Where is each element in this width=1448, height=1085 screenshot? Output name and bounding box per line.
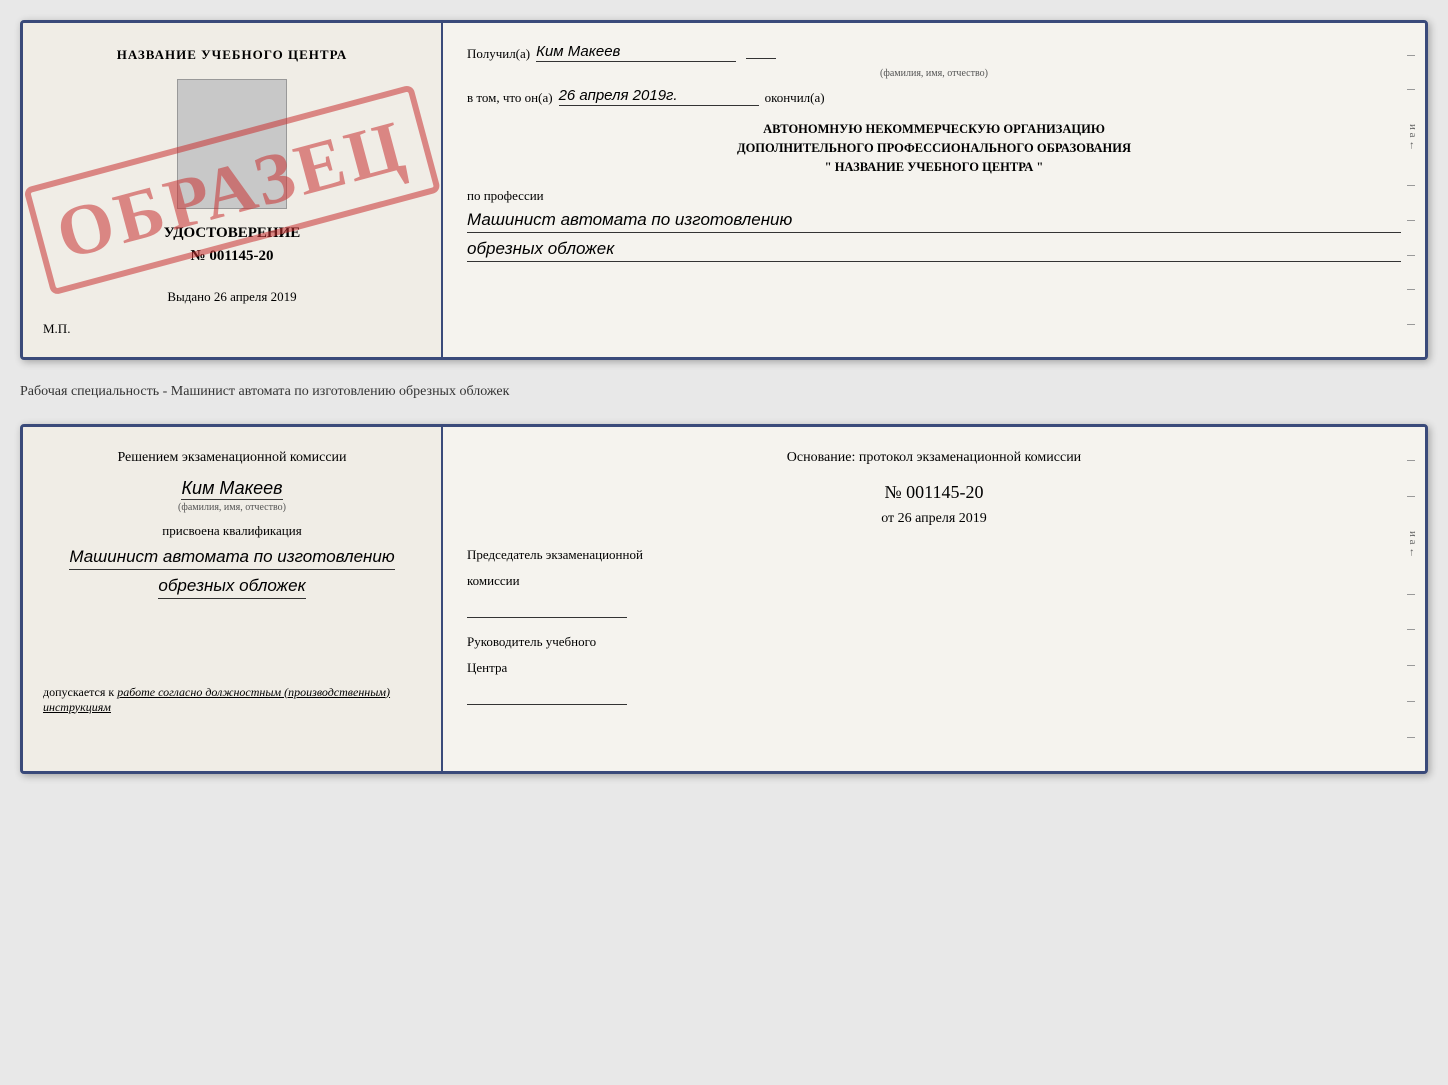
- person-sub-top: (фамилия, имя, отчество): [467, 68, 1401, 79]
- deco-letters-bottom: и а ←: [1407, 531, 1419, 558]
- deco-dash-b7: [1407, 737, 1415, 738]
- date-label: от: [881, 511, 894, 526]
- qualification-line1: Машинист автомата по изготовлению: [69, 545, 394, 570]
- specialty-text: Рабочая специальность - Машинист автомат…: [20, 384, 1428, 400]
- head-block: Руководитель учебного Центра: [467, 632, 1401, 705]
- cert-number: № 001145-20: [191, 248, 274, 265]
- head-sig-line: [467, 683, 627, 705]
- finished-label: окончил(а): [765, 90, 825, 106]
- org-block: АВТОНОМНУЮ НЕКОММЕРЧЕСКУЮ ОРГАНИЗАЦИЮ ДО…: [467, 120, 1401, 176]
- chairman-sig-line: [467, 596, 627, 618]
- deco-dash-4: [1407, 220, 1415, 221]
- mp-label: М.П.: [43, 321, 70, 337]
- profession-line1: Машинист автомата по изготовлению: [467, 208, 1401, 233]
- bottom-document: Решением экзаменационной комиссии Ким Ма…: [20, 424, 1428, 774]
- in-that-label: в том, что он(а): [467, 90, 553, 106]
- profession-label: по профессии: [467, 188, 1401, 204]
- date-value-top: 26 апреля 2019г.: [559, 87, 759, 106]
- qualification-line2: обрезных обложек: [158, 574, 305, 599]
- received-label: Получил(а): [467, 46, 530, 62]
- deco-dash-b4: [1407, 629, 1415, 630]
- page-wrapper: НАЗВАНИЕ УЧЕБНОГО ЦЕНТРА УДОСТОВЕРЕНИЕ №…: [20, 20, 1428, 774]
- side-deco-top: и а ←: [1407, 23, 1419, 357]
- top-doc-left: НАЗВАНИЕ УЧЕБНОГО ЦЕНТРА УДОСТОВЕРЕНИЕ №…: [23, 23, 443, 357]
- issued-date-value: 26 апреля 2019: [214, 289, 297, 304]
- org-line2: ДОПОЛНИТЕЛЬНОГО ПРОФЕССИОНАЛЬНОГО ОБРАЗО…: [467, 139, 1401, 158]
- school-title-top: НАЗВАНИЕ УЧЕБНОГО ЦЕНТРА: [117, 47, 348, 63]
- deco-dash-b3: [1407, 594, 1415, 595]
- qualification-label: присвоена квалификация: [162, 523, 301, 539]
- deco-dash-7: [1407, 324, 1415, 325]
- chairman-label-2: комиссии: [467, 571, 1401, 591]
- basis-number: № 001145-20: [467, 482, 1401, 503]
- top-doc-right: Получил(а) Ким Макеев (фамилия, имя, отч…: [443, 23, 1425, 357]
- basis-date: от 26 апреля 2019: [467, 511, 1401, 527]
- top-document: НАЗВАНИЕ УЧЕБНОГО ЦЕНТРА УДОСТОВЕРЕНИЕ №…: [20, 20, 1428, 360]
- admission-text: допускается к работе согласно должностны…: [43, 685, 421, 715]
- deco-dash-b2: [1407, 496, 1415, 497]
- basis-title: Основание: протокол экзаменационной коми…: [467, 447, 1401, 468]
- deco-letters-top: и а ←: [1407, 124, 1419, 151]
- photo-box: [177, 79, 287, 209]
- date-value-bottom: 26 апреля 2019: [898, 511, 987, 526]
- org-line3: " НАЗВАНИЕ УЧЕБНОГО ЦЕНТРА ": [467, 158, 1401, 177]
- chairman-block: Председатель экзаменационной комиссии: [467, 545, 1401, 618]
- bottom-doc-right: Основание: протокол экзаменационной коми…: [443, 427, 1425, 771]
- person-name-top: Ким Макеев: [536, 43, 736, 62]
- side-deco-bottom: и а ←: [1407, 427, 1419, 771]
- deco-dash-3: [1407, 185, 1415, 186]
- person-name-bottom: Ким Макеев: [181, 478, 282, 500]
- in-that-row: в том, что он(а) 26 апреля 2019г. окончи…: [467, 87, 1401, 106]
- commission-title: Решением экзаменационной комиссии: [117, 447, 346, 468]
- org-line1: АВТОНОМНУЮ НЕКОММЕРЧЕСКУЮ ОРГАНИЗАЦИЮ: [467, 120, 1401, 139]
- deco-dash-b5: [1407, 665, 1415, 666]
- head-label-1: Руководитель учебного: [467, 632, 1401, 652]
- deco-dash-6: [1407, 289, 1415, 290]
- issued-label: Выдано: [167, 289, 210, 304]
- deco-dash-b1: [1407, 460, 1415, 461]
- chairman-label-1: Председатель экзаменационной: [467, 545, 1401, 565]
- person-sub-bottom: (фамилия, имя, отчество): [178, 502, 286, 513]
- cert-title: УДОСТОВЕРЕНИЕ: [164, 225, 301, 242]
- profession-line2: обрезных обложек: [467, 237, 1401, 262]
- head-label-2: Центра: [467, 658, 1401, 678]
- deco-dash-2: [1407, 89, 1415, 90]
- dash-line-1: [746, 58, 776, 59]
- received-row: Получил(а) Ким Макеев: [467, 43, 1401, 62]
- issued-date: Выдано 26 апреля 2019: [167, 289, 296, 305]
- bottom-doc-left: Решением экзаменационной комиссии Ким Ма…: [23, 427, 443, 771]
- deco-dash-b6: [1407, 701, 1415, 702]
- deco-dash-1: [1407, 55, 1415, 56]
- deco-dash-5: [1407, 255, 1415, 256]
- admission-label: допускается к: [43, 685, 114, 699]
